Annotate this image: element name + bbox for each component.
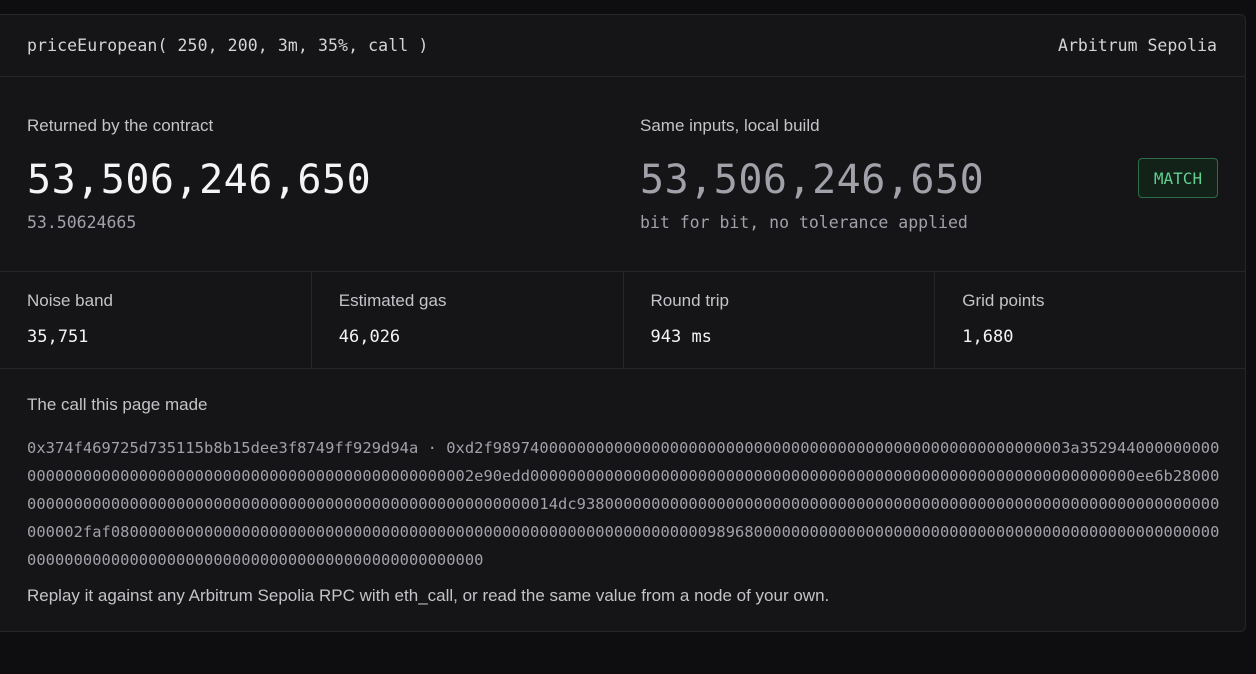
call-signature: priceEuropean( 250, 200, 3m, 35%, call ) <box>27 36 429 55</box>
stat-label: Grid points <box>962 291 1045 310</box>
stat-label: Noise band <box>27 291 114 310</box>
contract-result-label: Returned by the contract <box>27 116 214 135</box>
match-badge: MATCH <box>1138 158 1218 198</box>
stat-grid-points: Grid points 1,680 <box>935 272 1245 368</box>
stats-row: Noise band 35,751 Estimated gas 46,026 R… <box>0 272 1245 369</box>
network-label: Arbitrum Sepolia <box>1058 36 1217 55</box>
results-section: Returned by the contract 53,506,246,650 … <box>0 77 1245 272</box>
stat-estimated-gas: Estimated gas 46,026 <box>312 272 624 368</box>
stat-value: 943 ms <box>650 327 712 347</box>
local-result-note: bit for bit, no tolerance applied <box>640 213 968 232</box>
stat-noise-band: Noise band 35,751 <box>0 272 312 368</box>
stat-label: Round trip <box>650 291 729 310</box>
local-result-label: Same inputs, local build <box>640 116 820 135</box>
contract-result-value: 53,506,246,650 <box>27 157 372 203</box>
contract-result-decimal: 53.50624665 <box>27 213 137 232</box>
call-section-title: The call this page made <box>27 395 208 414</box>
local-result-value: 53,506,246,650 <box>640 157 985 203</box>
card-header: priceEuropean( 250, 200, 3m, 35%, call )… <box>0 15 1245 77</box>
stat-label: Estimated gas <box>338 291 447 310</box>
calldata-text: 0x374f469725d735115b8b15dee3f8749ff929d9… <box>27 439 1220 569</box>
stat-value: 1,680 <box>962 327 1014 347</box>
stat-round-trip: Round trip 943 ms <box>624 272 936 368</box>
replay-note: Replay it against any Arbitrum Sepolia R… <box>27 586 830 605</box>
stat-value: 46,026 <box>338 327 401 347</box>
stat-value: 35,751 <box>27 327 89 347</box>
pricing-result-card: priceEuropean( 250, 200, 3m, 35%, call )… <box>0 14 1246 632</box>
